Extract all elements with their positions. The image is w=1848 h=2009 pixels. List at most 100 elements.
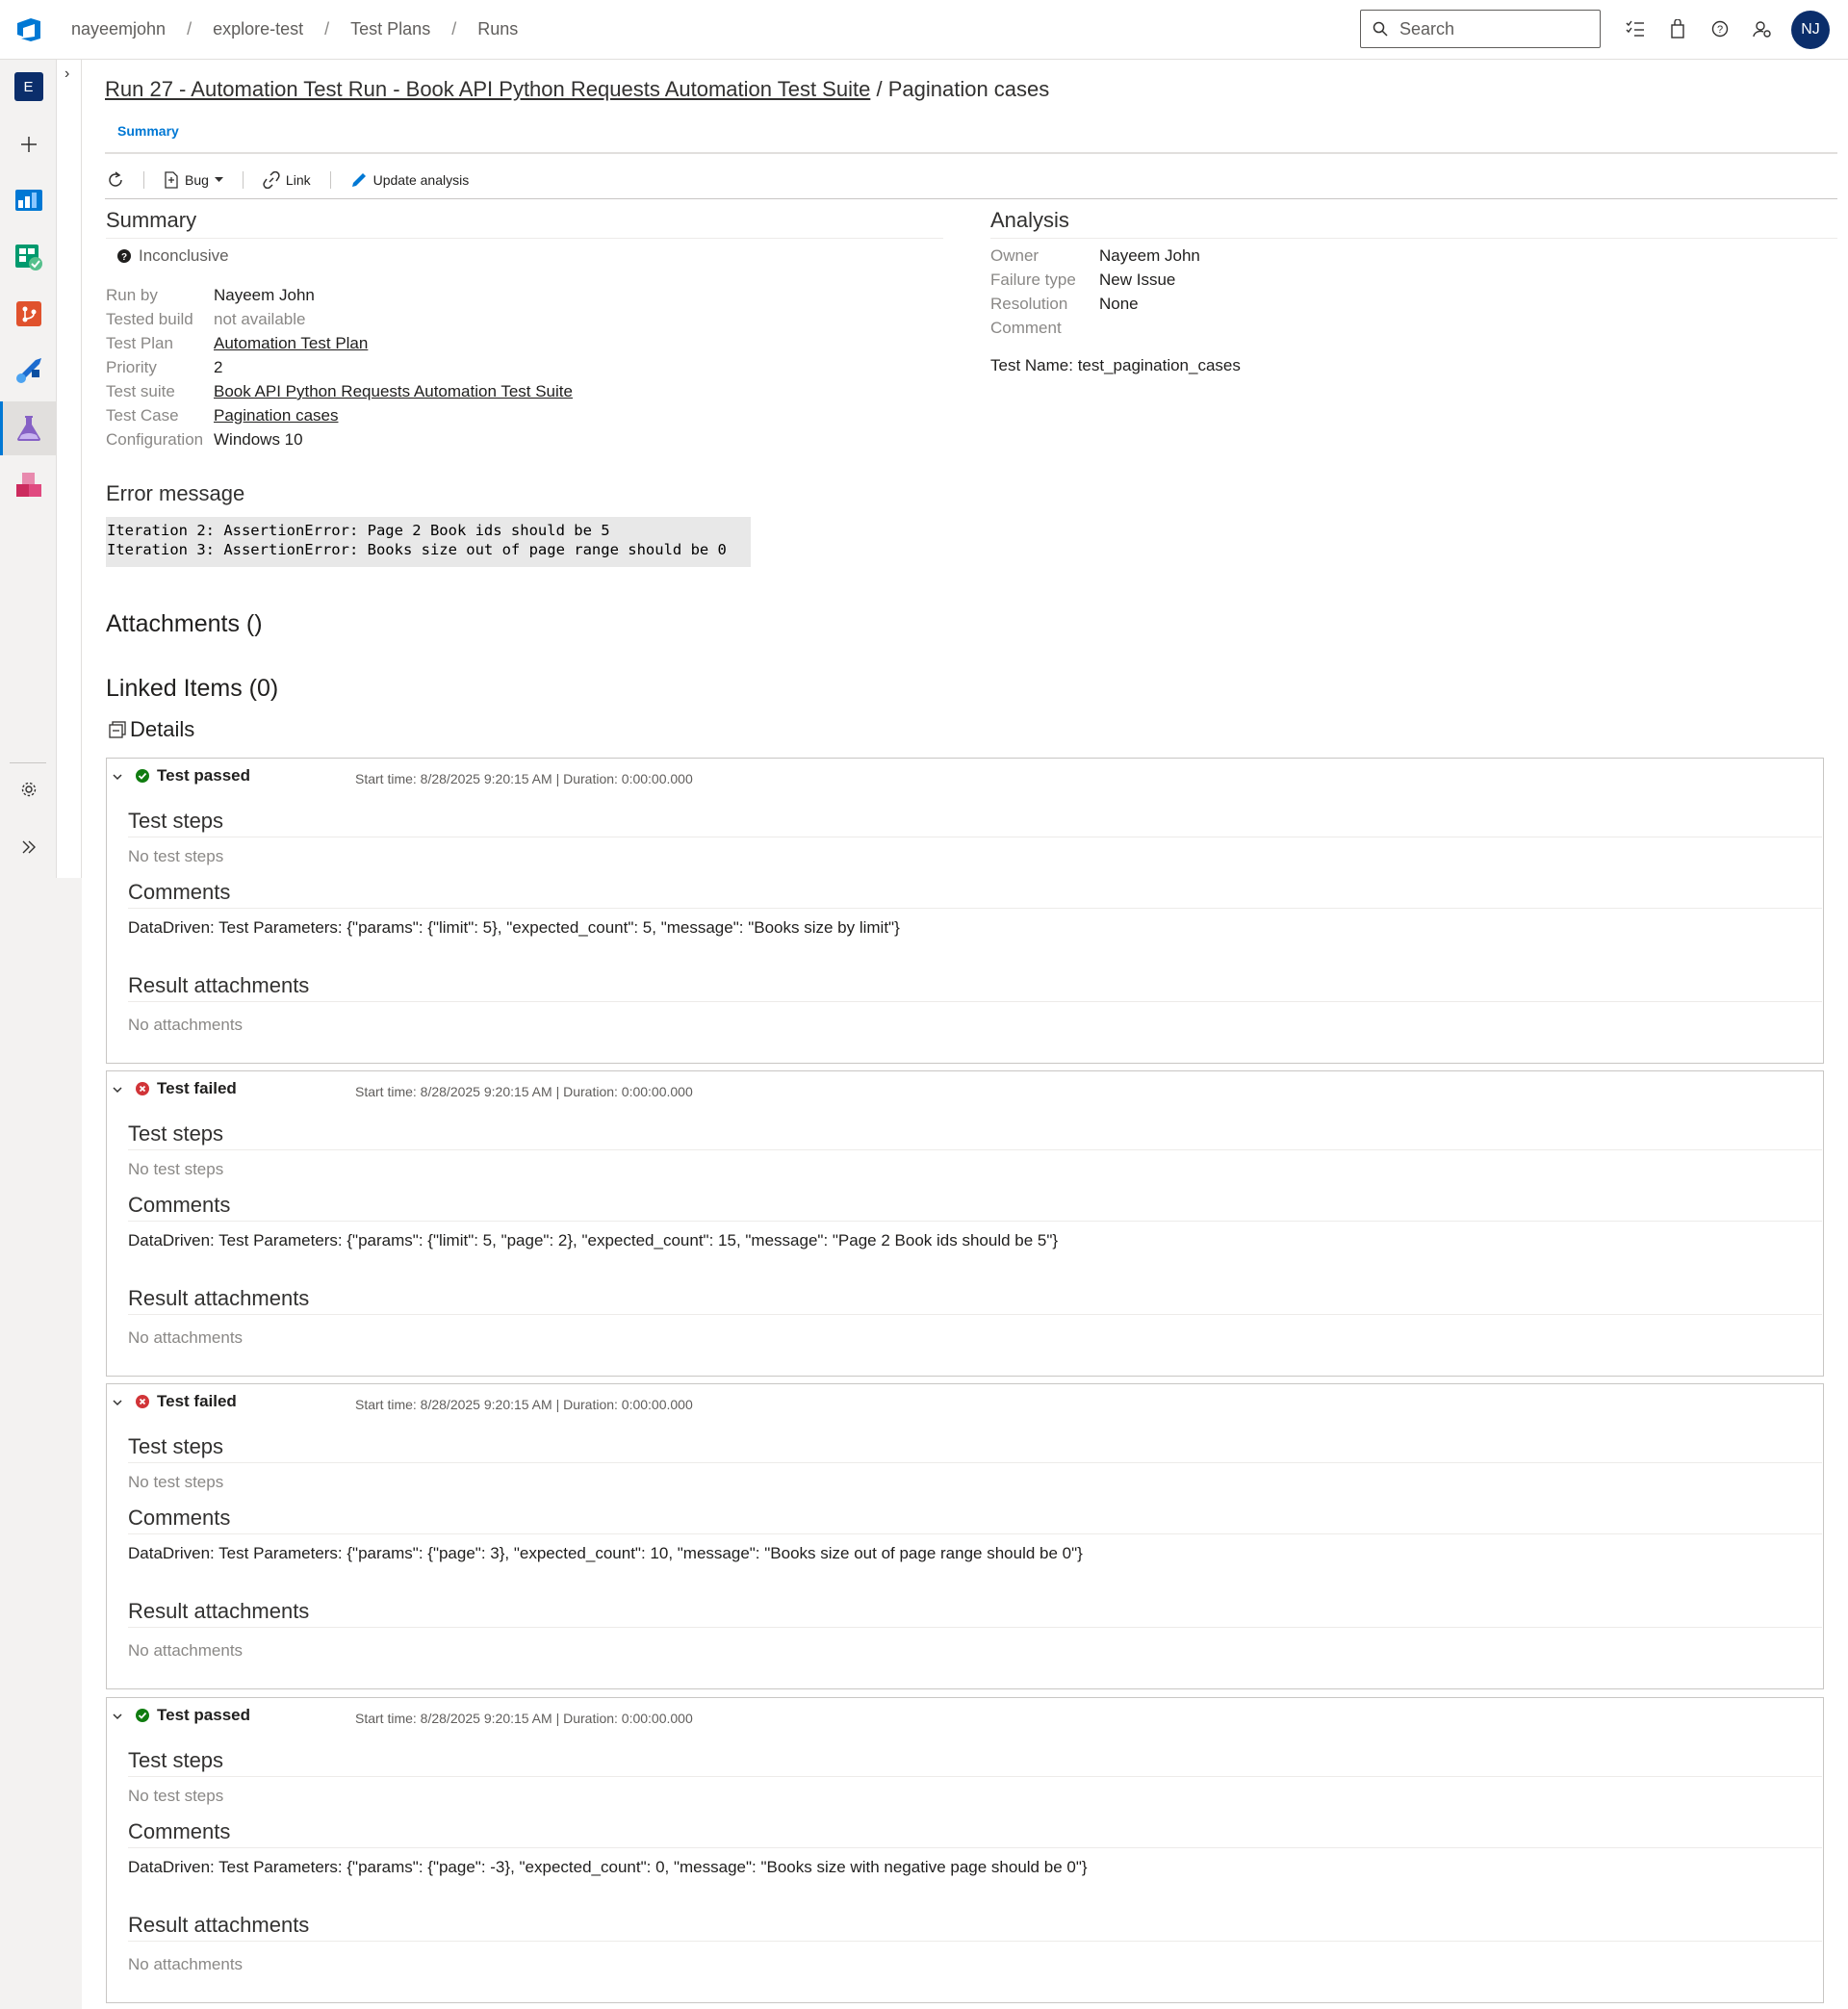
- avatar[interactable]: NJ: [1791, 11, 1830, 49]
- help-icon[interactable]: ?: [1709, 17, 1731, 40]
- link-button[interactable]: Link: [263, 170, 311, 189]
- details-label: Details: [130, 717, 195, 741]
- tab-divider: [105, 152, 1837, 154]
- error-message-box: Iteration 2: AssertionError: Page 2 Book…: [106, 517, 751, 567]
- left-gutter: [0, 878, 82, 2009]
- analysis-heading: Analysis: [990, 208, 1069, 232]
- field-value: Windows 10: [214, 430, 303, 449]
- test-plan-link[interactable]: Automation Test Plan: [214, 334, 368, 352]
- iteration-comment: DataDriven: Test Parameters: {"params": …: [128, 1231, 1059, 1249]
- toolbar-separator: [242, 170, 244, 189]
- error-line: Iteration 3: AssertionError: Books size …: [107, 541, 727, 558]
- section-divider: [128, 1314, 1822, 1315]
- field-value: 2: [214, 358, 223, 376]
- chevron-down-icon[interactable]: [113, 1392, 126, 1411]
- run-title-link[interactable]: Run 27 - Automation Test Run - Book API …: [105, 77, 870, 101]
- toolbar: Bug Link Update analysis: [105, 161, 1837, 199]
- update-analysis-button[interactable]: Update analysis: [350, 171, 470, 189]
- passed-icon: [136, 1709, 149, 1722]
- project-initial: E: [13, 72, 43, 101]
- top-bar: nayeemjohn / explore-test / Test Plans /…: [0, 0, 1848, 60]
- project-switcher[interactable]: E: [0, 60, 57, 114]
- breadcrumb-test-plans[interactable]: Test Plans: [350, 19, 430, 39]
- chevron-down-icon[interactable]: [113, 766, 126, 786]
- field-value: not available: [214, 310, 306, 328]
- field-label: Failure type: [990, 270, 1076, 289]
- test-name: Test Name: test_pagination_cases: [990, 356, 1241, 374]
- boards-icon[interactable]: [0, 230, 57, 284]
- iteration-time: Start time: 8/28/2025 9:20:15 AM | Durat…: [355, 1084, 693, 1099]
- comments-heading: Comments: [128, 1819, 231, 1843]
- breadcrumb: nayeemjohn / explore-test / Test Plans /…: [71, 19, 518, 39]
- pipelines-icon[interactable]: [0, 344, 57, 398]
- comments-heading: Comments: [128, 880, 231, 904]
- analysis-section: Analysis Owner Nayeem John Failure type Ne…: [990, 208, 1837, 374]
- comments-heading: Comments: [128, 1506, 231, 1530]
- field-label: Comment: [990, 319, 1062, 337]
- task-list-icon[interactable]: [1625, 17, 1646, 40]
- left-navigation: E: [0, 60, 57, 878]
- test-plans-icon[interactable]: [0, 401, 57, 455]
- attachments-empty: No attachments: [128, 1016, 244, 1034]
- breadcrumb-separator: /: [451, 19, 457, 39]
- shopping-bag-icon[interactable]: [1667, 17, 1688, 40]
- iteration-comment: DataDriven: Test Parameters: {"params": …: [128, 1858, 1088, 1876]
- field-label: Test suite: [106, 382, 175, 400]
- breadcrumb-project[interactable]: explore-test: [213, 19, 303, 39]
- chevron-down-icon[interactable]: [113, 1079, 126, 1098]
- breadcrumb-separator: /: [324, 19, 330, 39]
- iteration-header[interactable]: Test passed: [113, 766, 250, 786]
- field-failure-type: Failure type New Issue: [990, 270, 1175, 290]
- search-icon: [1373, 21, 1388, 37]
- test-suite-link[interactable]: Book API Python Requests Automation Test…: [214, 382, 573, 400]
- iteration-header[interactable]: Test passed: [113, 1706, 250, 1725]
- iteration-card: Test failed Start time: 8/28/2025 9:20:1…: [106, 1070, 1824, 1377]
- iteration-time: Start time: 8/28/2025 9:20:15 AM | Durat…: [355, 1397, 693, 1412]
- panel-expander[interactable]: ›: [57, 60, 82, 878]
- chevron-down-icon[interactable]: [113, 1706, 126, 1725]
- user-settings-icon[interactable]: [1752, 17, 1773, 40]
- result-attachments-heading: Result attachments: [128, 1286, 310, 1310]
- section-divider: [128, 1533, 1822, 1534]
- caret-down-icon: [214, 176, 223, 182]
- overview-icon[interactable]: [0, 173, 57, 227]
- expand-nav-icon[interactable]: [0, 820, 57, 874]
- iteration-card: Test failed Start time: 8/28/2025 9:20:1…: [106, 1383, 1824, 1689]
- error-message-heading: Error message: [106, 481, 245, 505]
- tab-summary[interactable]: Summary: [117, 123, 179, 139]
- test-steps-empty: No test steps: [128, 847, 224, 865]
- page-title: Run 27 - Automation Test Run - Book API …: [105, 77, 1049, 102]
- section-divider: [128, 1847, 1822, 1848]
- attachments-empty: No attachments: [128, 1328, 244, 1347]
- bug-dropdown-button[interactable]: Bug: [164, 170, 223, 189]
- breadcrumb-runs[interactable]: Runs: [477, 19, 518, 39]
- project-settings-icon[interactable]: [0, 762, 57, 816]
- section-divider: [106, 238, 943, 239]
- field-value: Nayeem John: [1099, 246, 1200, 265]
- field-configuration: Configuration Windows 10: [106, 430, 303, 450]
- breadcrumb-org[interactable]: nayeemjohn: [71, 19, 166, 39]
- field-test-case: Test Case Pagination cases: [106, 406, 338, 425]
- field-comment: Comment: [990, 319, 1099, 338]
- field-value: None: [1099, 295, 1139, 313]
- toolbar-separator: [143, 170, 144, 189]
- refresh-button[interactable]: [107, 170, 124, 189]
- new-item-icon[interactable]: [0, 117, 57, 171]
- attachments-empty: No attachments: [128, 1641, 244, 1660]
- iteration-header[interactable]: Test failed: [113, 1392, 237, 1411]
- azure-devops-logo-icon[interactable]: [13, 15, 44, 44]
- field-label: Tested build: [106, 310, 193, 328]
- status-text: Inconclusive: [139, 246, 229, 265]
- test-case-link[interactable]: Pagination cases: [214, 406, 338, 425]
- field-resolution: Resolution None: [990, 295, 1139, 314]
- test-steps-heading: Test steps: [128, 1748, 224, 1772]
- search-input[interactable]: Search: [1360, 10, 1601, 48]
- summary-heading: Summary: [106, 208, 197, 232]
- iteration-header[interactable]: Test failed: [113, 1079, 237, 1098]
- test-steps-empty: No test steps: [128, 1787, 224, 1805]
- update-analysis-label: Update analysis: [372, 171, 470, 188]
- repos-icon[interactable]: [0, 287, 57, 341]
- section-divider: [128, 1462, 1822, 1463]
- new-bug-icon: [165, 170, 178, 189]
- artifacts-icon[interactable]: [0, 458, 57, 512]
